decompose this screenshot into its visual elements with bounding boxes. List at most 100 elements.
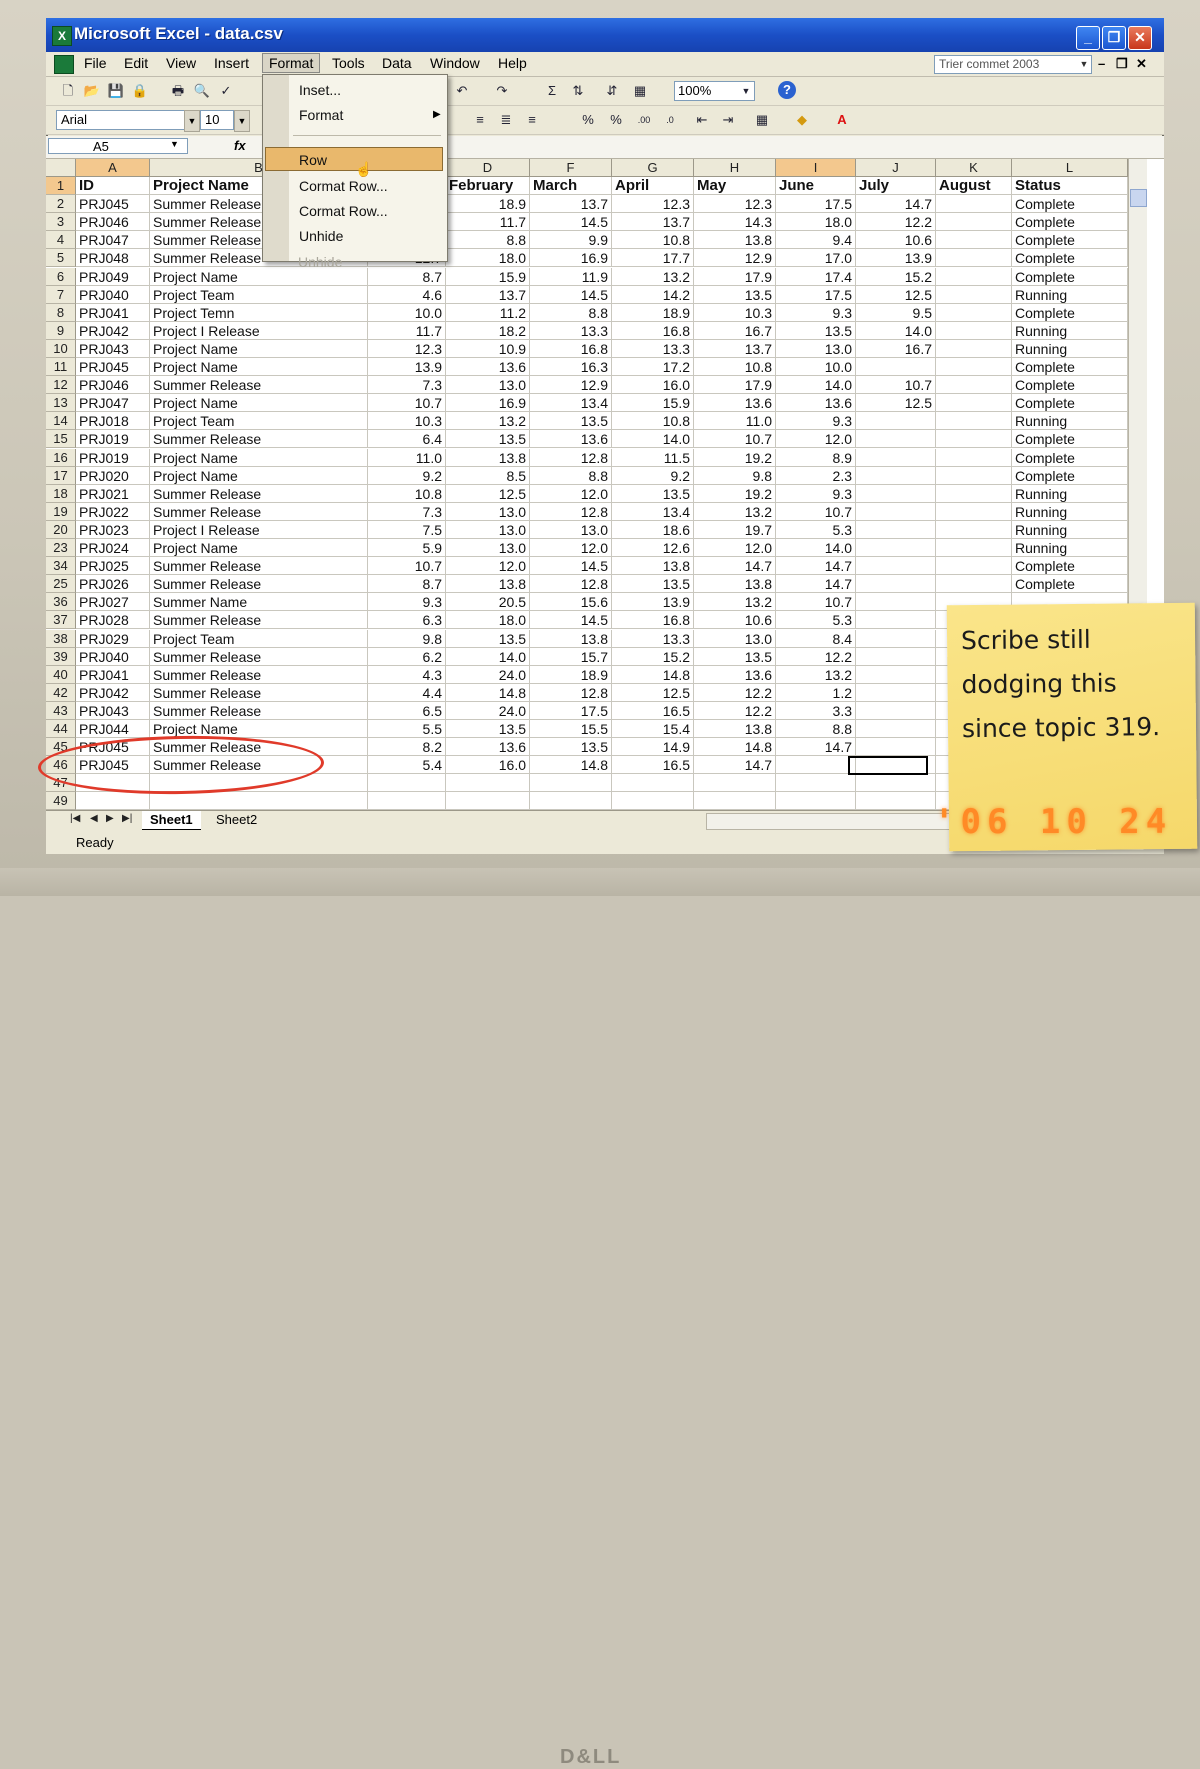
table-cell[interactable]: 8.8	[530, 466, 612, 485]
undo-icon[interactable]: ↶	[452, 81, 472, 101]
name-box-dropdown-icon[interactable]: ▼	[170, 139, 179, 149]
table-cell[interactable]: 15.7	[530, 647, 612, 666]
table-cell[interactable]: 8.8	[446, 231, 530, 250]
status-cell[interactable]: Complete	[1012, 376, 1128, 395]
table-cell[interactable]: 12.6	[612, 539, 694, 558]
table-cell[interactable]	[856, 575, 936, 594]
first-sheet-icon[interactable]: |◀	[70, 813, 80, 824]
table-cell[interactable]: Summer Release	[150, 611, 368, 630]
column-header[interactable]: K	[936, 159, 1012, 177]
table-cell[interactable]: 12.5	[612, 683, 694, 702]
currency-icon[interactable]: %	[578, 110, 598, 130]
table-cell[interactable]: PRJ029	[76, 629, 150, 648]
row-header[interactable]: 18	[46, 484, 76, 503]
table-cell[interactable]: PRJ027	[76, 593, 150, 612]
table-cell[interactable]: 13.4	[530, 394, 612, 413]
table-cell[interactable]	[936, 358, 1012, 377]
status-cell[interactable]: Running	[1012, 412, 1128, 431]
table-cell[interactable]: 13.7	[530, 195, 612, 214]
table-cell[interactable]: 16.9	[446, 394, 530, 413]
table-cell[interactable]: 8.2	[368, 738, 446, 757]
menu-item-format[interactable]: Format	[299, 107, 343, 123]
row-header[interactable]: 17	[46, 466, 76, 485]
table-cell[interactable]: Project Name	[150, 448, 368, 467]
table-cell[interactable]	[936, 448, 1012, 467]
ask-question-box[interactable]: Trier commet 2003	[934, 55, 1092, 74]
table-cell[interactable]: 15.4	[612, 720, 694, 739]
table-cell[interactable]	[446, 792, 530, 811]
table-cell[interactable]	[936, 430, 1012, 449]
table-cell[interactable]: PRJ025	[76, 557, 150, 576]
status-cell[interactable]: Running	[1012, 484, 1128, 503]
table-cell[interactable]: 6.4	[368, 430, 446, 449]
status-cell[interactable]: Complete	[1012, 303, 1128, 322]
row-header[interactable]: 10	[46, 339, 76, 358]
table-cell[interactable]: 24.0	[446, 701, 530, 720]
table-cell[interactable]: 13.9	[612, 593, 694, 612]
table-cell[interactable]: 13.0	[776, 339, 856, 358]
font-size-dropdown-icon[interactable]: ▼	[234, 110, 250, 132]
table-cell[interactable]: PRJ026	[76, 575, 150, 594]
status-cell[interactable]: Running	[1012, 285, 1128, 304]
status-cell[interactable]: Complete	[1012, 249, 1128, 268]
table-cell[interactable]: PRJ046	[76, 213, 150, 232]
table-cell[interactable]: 8.8	[776, 720, 856, 739]
table-cell[interactable]: 13.6	[446, 358, 530, 377]
table-cell[interactable]	[936, 539, 1012, 558]
table-cell[interactable]	[936, 520, 1012, 539]
table-cell[interactable]	[368, 774, 446, 793]
table-cell[interactable]: 13.2	[694, 593, 776, 612]
status-cell[interactable]: Complete	[1012, 575, 1128, 594]
table-cell[interactable]	[936, 339, 1012, 358]
table-cell[interactable]: 17.5	[776, 195, 856, 214]
table-cell[interactable]: 12.2	[776, 647, 856, 666]
table-cell[interactable]: PRJ019	[76, 448, 150, 467]
table-cell[interactable]: Summer Release	[150, 430, 368, 449]
table-cell[interactable]: 1.2	[776, 683, 856, 702]
table-cell[interactable]: 10.6	[694, 611, 776, 630]
status-cell[interactable]: Complete	[1012, 358, 1128, 377]
table-cell[interactable]: 12.3	[368, 339, 446, 358]
table-cell[interactable]: 17.7	[612, 249, 694, 268]
status-cell[interactable]: Running	[1012, 321, 1128, 340]
chart-wizard-icon[interactable]: ▦	[630, 81, 650, 101]
table-cell[interactable]: 14.5	[530, 611, 612, 630]
table-cell[interactable]: 10.9	[446, 339, 530, 358]
table-cell[interactable]: 13.8	[694, 575, 776, 594]
table-cell[interactable]: 15.6	[530, 593, 612, 612]
status-cell[interactable]: Running	[1012, 539, 1128, 558]
table-cell[interactable]: 12.0	[694, 539, 776, 558]
table-cell[interactable]	[856, 792, 936, 811]
row-header[interactable]: 1	[46, 177, 76, 196]
table-cell[interactable]: 16.7	[694, 321, 776, 340]
table-cell[interactable]: 10.8	[612, 412, 694, 431]
row-header[interactable]: 43	[46, 701, 76, 720]
table-cell[interactable]: 10.6	[856, 231, 936, 250]
table-cell[interactable]: 16.8	[612, 611, 694, 630]
new-icon[interactable]: 🗋	[58, 81, 78, 101]
save-icon[interactable]: 💾	[106, 81, 126, 101]
table-cell[interactable]	[856, 520, 936, 539]
row-header[interactable]: 40	[46, 665, 76, 684]
column-header[interactable]: G	[612, 159, 694, 177]
table-cell[interactable]: 5.9	[368, 539, 446, 558]
table-cell[interactable]: 16.0	[612, 376, 694, 395]
row-header[interactable]: 16	[46, 448, 76, 467]
table-cell[interactable]	[612, 774, 694, 793]
table-cell[interactable]: 12.0	[530, 539, 612, 558]
table-cell[interactable]: PRJ045	[76, 195, 150, 214]
table-cell[interactable]: 18.0	[446, 249, 530, 268]
table-cell[interactable]: 7.5	[368, 520, 446, 539]
table-cell[interactable]: April	[612, 177, 694, 196]
table-cell[interactable]: 10.0	[368, 303, 446, 322]
table-cell[interactable]: 13.5	[446, 629, 530, 648]
table-cell[interactable]: 17.4	[776, 267, 856, 286]
table-cell[interactable]: 8.8	[530, 303, 612, 322]
table-cell[interactable]: 14.7	[694, 557, 776, 576]
table-cell[interactable]: 6.5	[368, 701, 446, 720]
table-cell[interactable]: February	[446, 177, 530, 196]
table-cell[interactable]: PRJ045	[76, 358, 150, 377]
table-cell[interactable]	[936, 249, 1012, 268]
row-header[interactable]: 9	[46, 321, 76, 340]
row-header[interactable]: 5	[46, 249, 76, 268]
